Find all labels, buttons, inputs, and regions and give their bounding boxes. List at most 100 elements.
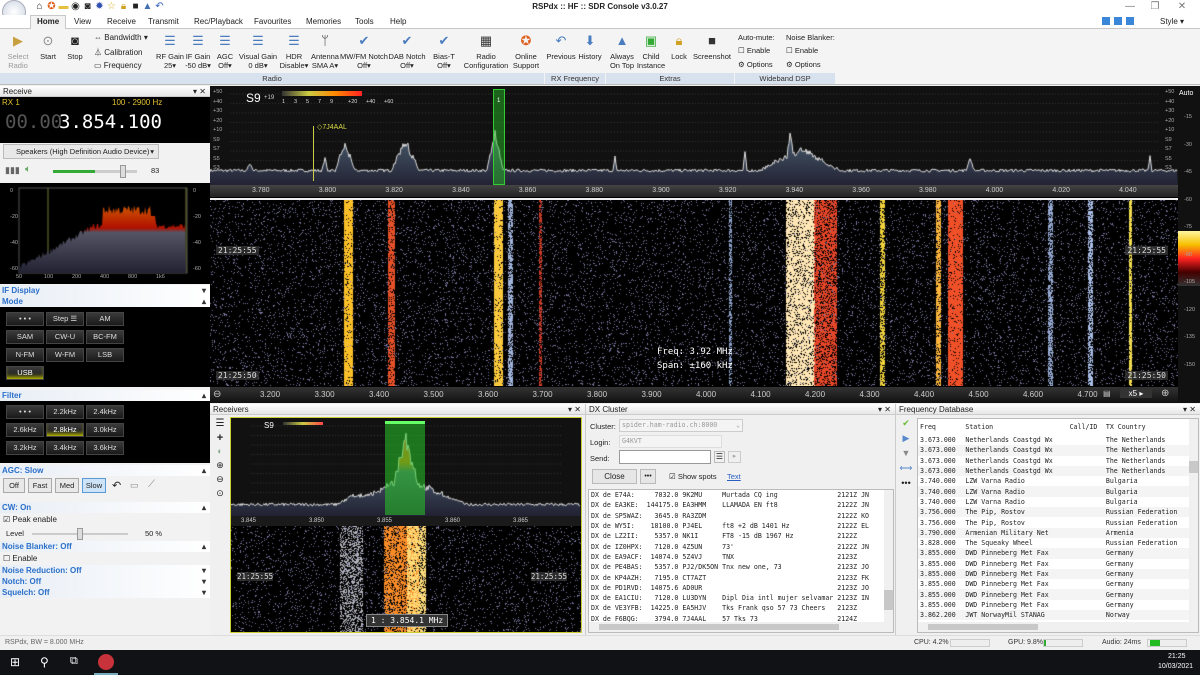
tab-memories[interactable]: Memories xyxy=(306,17,341,26)
squelch-section[interactable]: Squelch: Off ▾ xyxy=(0,587,210,598)
lock-button[interactable]: 🔒︎ Lock xyxy=(668,32,690,61)
calibration-button[interactable]: ⏃ Calibration xyxy=(94,47,142,58)
maximize-button[interactable]: ❐ xyxy=(1145,1,1165,12)
show-spots-checkbox[interactable]: ☑ Show spots xyxy=(669,472,717,481)
filter-button[interactable]: 3.4kHz xyxy=(46,441,84,455)
vertical-scrollbar[interactable] xyxy=(884,490,893,622)
fdb-row[interactable]: 3.855.000 DWD Pinneberg Met Fax Germany xyxy=(918,589,1190,600)
nb-enable-checkbox[interactable]: ☐ Enable xyxy=(786,46,818,55)
panel-menu-close-icon[interactable]: ▾ ✕ xyxy=(1183,404,1196,415)
send-button[interactable]: ▸ xyxy=(728,451,741,463)
dx-spot-row[interactable]: DX de PD1RVD: 14075.6 AD0UR 2123Z JO xyxy=(589,583,871,593)
more-icon[interactable]: ••• xyxy=(899,478,913,493)
fdb-row[interactable]: 3.862.200 JWT NorwayMil STANAG Norway xyxy=(918,610,1190,621)
panel-menu-close-icon[interactable]: ▾ ✕ xyxy=(193,86,206,97)
receiver-1-display[interactable]: S9 3.845 3.850 3.855 3.860 3.865 21:25:55 21… xyxy=(230,417,582,633)
filter-button[interactable]: 2.6kHz xyxy=(6,423,44,437)
fdb-row[interactable]: 3.790.000 Armenian Military Net Armenia xyxy=(918,527,1190,538)
mode-section[interactable]: Mode ▴ xyxy=(0,296,210,307)
dx-spot-row[interactable]: DX de EA1CIU: 7120.0 LU3DYN Dipl Dia intl m… xyxy=(589,593,871,603)
agc-button-off[interactable]: Off xyxy=(3,478,25,493)
layout-2-icon[interactable] xyxy=(1114,17,1122,25)
tab-home[interactable]: Home xyxy=(30,15,67,29)
notch-section[interactable]: Notch: Off ▾ xyxy=(0,576,210,587)
receiver-passband[interactable] xyxy=(385,421,425,515)
fdb-row[interactable]: 3.855.000 DWD Pinneberg Met Fax Germany xyxy=(918,559,1190,569)
cluster-select[interactable]: spider.ham-radio.ch:8000 ⌄ xyxy=(619,419,743,432)
tab-receive[interactable]: Receive xyxy=(107,17,136,26)
more-button[interactable]: ••• xyxy=(640,469,656,484)
panel-menu-close-icon[interactable]: ▾ ✕ xyxy=(568,404,581,415)
fdb-row[interactable]: 3.855.000 DWD Pinneberg Met Fax Germany xyxy=(918,548,1190,559)
dx-spot-row[interactable]: DX de SP5WAZ: 3645.0 RA3ZDM 2122Z KO xyxy=(589,511,871,521)
span-icon[interactable]: ⟷ xyxy=(899,463,913,478)
check-icon[interactable]: ✔ xyxy=(899,418,913,433)
agc-button-fast[interactable]: Fast xyxy=(28,478,52,493)
horizontal-scrollbar[interactable] xyxy=(589,622,893,632)
fdb-row[interactable]: 3.828.000 The Squeaky Wheel Russian Federa… xyxy=(918,538,1190,548)
dab-notch-button[interactable]: ✔ DAB Notch Off▾ xyxy=(388,32,426,70)
fdb-column-header[interactable]: Freq xyxy=(918,419,963,435)
start-button[interactable]: ⊙ Start xyxy=(36,32,60,61)
nb-options-button[interactable]: ⚙ Options xyxy=(786,60,821,69)
if-gain-button[interactable]: ☰ IF Gain -50 dB▾ xyxy=(184,32,212,70)
hdr-button[interactable]: ☰ HDR Disable▾ xyxy=(278,32,310,70)
volume-slider[interactable] xyxy=(53,165,137,178)
fdb-row[interactable]: 3.855.000 DWD Pinneberg Met Fax Germany xyxy=(918,579,1190,589)
audio-device-dropdown[interactable]: Speakers (High Definition Audio Device) ▾ xyxy=(3,144,159,159)
agc-button-slow[interactable]: Slow xyxy=(82,478,106,493)
speaker-icon[interactable]: 🔈︎ xyxy=(25,164,31,175)
close-button[interactable]: ✕ xyxy=(1172,1,1192,12)
close-connection-button[interactable]: Close xyxy=(592,469,637,484)
frequency-display[interactable]: RX 1 100 - 2900 Hz 00.00 3.854.100 xyxy=(0,97,210,143)
fdb-row[interactable]: 3.855.000 DWD Pinneberg Met Fax Germany xyxy=(918,568,1190,580)
mode-button[interactable]: N-FM xyxy=(6,348,44,362)
fdb-row[interactable]: 3.756.000 The Pip, Rostov Russian Federati… xyxy=(918,507,1190,518)
scroll-right-icon[interactable]: ⊕ xyxy=(1161,388,1169,399)
automute-enable-checkbox[interactable]: ☐ Enable xyxy=(738,46,770,55)
list-icon[interactable]: ☰ xyxy=(714,451,725,463)
stop-button[interactable]: ◙ Stop xyxy=(63,32,87,61)
zoom-in-icon[interactable]: ⊕ xyxy=(213,460,227,474)
receiver-marker[interactable]: 1 xyxy=(493,89,505,185)
layout-3-icon[interactable] xyxy=(1126,17,1134,25)
level-scale[interactable]: Auto -15 -30 -45 -60 -75 -90 -105 -120 -135 -150 xyxy=(1178,86,1200,403)
level-thumb[interactable] xyxy=(77,528,83,540)
mode-button[interactable]: AM xyxy=(86,312,124,326)
auto-button[interactable]: Auto xyxy=(1179,90,1193,97)
if-display-section[interactable]: IF Display ▾ xyxy=(0,285,210,296)
nb-enable-checkbox[interactable]: ☐ Enable xyxy=(0,552,210,565)
fdb-row[interactable]: 3.673.000 Netherlands Coastgd Wx The Nethe… xyxy=(918,435,1190,445)
history-button[interactable]: ⬇ History xyxy=(576,32,604,61)
rf-gain-button[interactable]: ☰ RF Gain 25▾ xyxy=(155,32,185,70)
window-icon[interactable]: ▭ xyxy=(130,480,139,491)
filter-section[interactable]: Filter ▴ xyxy=(0,390,210,401)
tab-view[interactable]: View xyxy=(74,17,91,26)
visual-gain-button[interactable]: ☰ Visual Gain 0 dB▾ xyxy=(238,32,278,70)
filter-button[interactable]: 2.8kHz xyxy=(46,423,84,437)
agc-section[interactable]: AGC: Slow ▴ xyxy=(0,465,210,476)
dx-spot-row[interactable]: DX de EA3KE: 144175.0 EA3HMM LLAMADA EN ft8… xyxy=(589,500,871,510)
search-icon[interactable]: ⚲ xyxy=(40,655,49,669)
fdb-row[interactable]: 3.673.000 Netherlands Coastgd Wx The Nethe… xyxy=(918,465,1190,477)
previous-button[interactable]: ↶ Previous xyxy=(546,32,576,61)
fdb-row[interactable]: 3.740.000 LZW Varna Radio Bulgaria xyxy=(918,486,1190,497)
add-receiver-icon[interactable]: + xyxy=(213,432,227,446)
meter-icon[interactable]: ▮▮▮ xyxy=(5,165,20,176)
fdb-column-header[interactable]: Station xyxy=(963,419,1067,435)
panel-menu-close-icon[interactable]: ▾ ✕ xyxy=(878,404,891,415)
keyboard-icon[interactable]: ▤ xyxy=(1103,389,1111,398)
mode-button[interactable]: USB xyxy=(6,366,44,380)
sdr-console-taskbar-icon[interactable] xyxy=(98,654,114,670)
filter-button[interactable]: • • • xyxy=(6,405,44,419)
mode-button[interactable]: • • • xyxy=(6,312,44,326)
agc-button-med[interactable]: Med xyxy=(55,478,79,493)
dx-spot-row[interactable]: DX de LZ2II: 5357.0 NK1I FT8 -15 dB 1967 Hz… xyxy=(589,531,871,541)
dx-spot-row[interactable]: DX de E74A: 7032.0 9K2MU Murtada CQ ing 2121… xyxy=(589,490,871,500)
dx-spot-row[interactable]: DX de WY5I: 18100.0 PJ4EL ft8 +2 dB 1401 Hz… xyxy=(589,521,871,531)
peak-enable-checkbox[interactable]: ☑ Peak enable xyxy=(0,513,210,526)
vertical-scrollbar[interactable] xyxy=(1189,419,1198,624)
agc-button[interactable]: ☰ AGC Off▾ xyxy=(214,32,236,70)
menu-icon[interactable]: ☰ xyxy=(213,418,227,432)
dx-spot-row[interactable]: DX de IZ0HPX: 7120.0 4Z5UN 73' 2122Z JN xyxy=(589,541,871,551)
